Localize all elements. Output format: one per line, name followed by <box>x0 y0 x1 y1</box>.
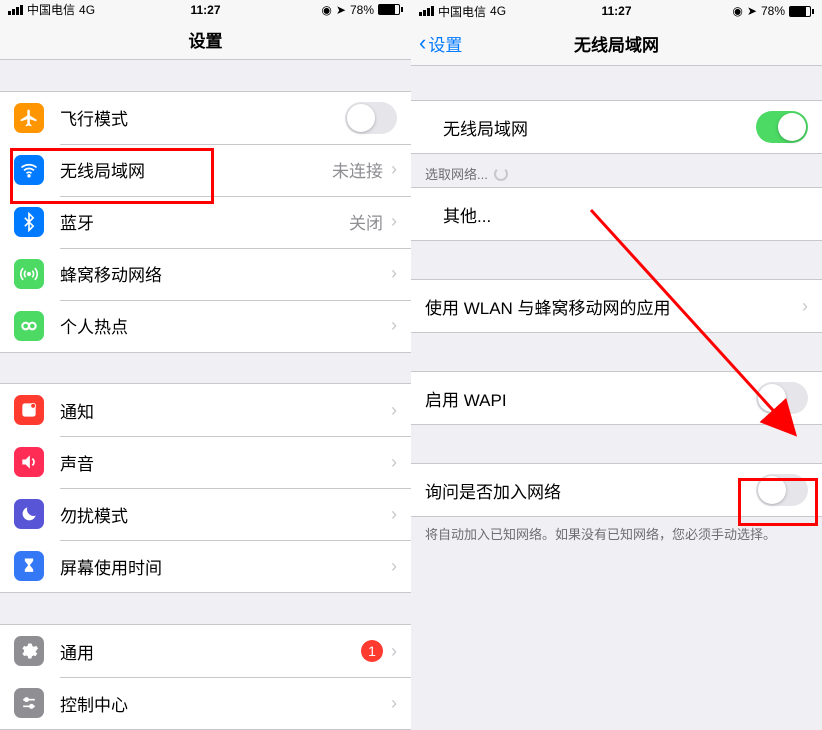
location-icon: ➤ <box>336 3 346 17</box>
control-center-icon <box>14 688 44 718</box>
page-title: 无线局域网 <box>574 31 659 56</box>
chevron-left-icon: ‹ <box>419 32 426 54</box>
row-notifications[interactable]: 通知 › <box>0 384 411 436</box>
signal-icon <box>8 5 23 15</box>
signal-icon <box>419 6 434 16</box>
location-icon: ➤ <box>747 4 757 18</box>
row-wifi-toggle[interactable]: 无线局域网 <box>411 101 822 153</box>
wapi-label: 启用 WAPI <box>425 386 756 411</box>
chevron-right-icon: › <box>391 315 397 336</box>
nav-bar: ‹ 设置 无线局域网 <box>411 22 822 66</box>
sound-icon <box>14 447 44 477</box>
hotspot-label: 个人热点 <box>60 313 391 338</box>
battery-icon <box>789 6 814 17</box>
row-airplane-mode[interactable]: 飞行模式 <box>0 92 411 144</box>
row-hotspot[interactable]: 个人热点 › <box>0 300 411 352</box>
bluetooth-label: 蓝牙 <box>60 209 349 234</box>
cellular-label: 蜂窝移动网络 <box>60 261 391 286</box>
network-label: 4G <box>490 4 506 18</box>
row-cellular[interactable]: 蜂窝移动网络 › <box>0 248 411 300</box>
row-screentime[interactable]: 屏幕使用时间 › <box>0 540 411 592</box>
chevron-right-icon: › <box>391 504 397 525</box>
row-control-center[interactable]: 控制中心 › <box>0 677 411 729</box>
chevron-right-icon: › <box>391 400 397 421</box>
wifi-toggle[interactable] <box>756 111 808 143</box>
screentime-label: 屏幕使用时间 <box>60 554 391 579</box>
status-bar: 中国电信 4G 11:27 ◉ ➤ 78% <box>411 0 822 22</box>
control-center-label: 控制中心 <box>60 691 391 716</box>
row-bluetooth[interactable]: 蓝牙 关闭 › <box>0 196 411 248</box>
wlan-apps-label: 使用 WLAN 与蜂窝移动网的应用 <box>425 294 802 319</box>
chevron-right-icon: › <box>391 263 397 284</box>
wifi-icon <box>14 155 44 185</box>
airplane-toggle[interactable] <box>345 102 397 134</box>
battery-pct: 78% <box>761 4 785 18</box>
ask-join-toggle[interactable] <box>756 474 808 506</box>
ask-join-footer: 将自动加入已知网络。如果没有已知网络，您必须手动选择。 <box>411 517 822 553</box>
row-dnd[interactable]: 勿扰模式 › <box>0 488 411 540</box>
dnd-label: 勿扰模式 <box>60 502 391 527</box>
general-badge: 1 <box>361 640 383 662</box>
status-bar: 中国电信 4G 11:27 ◉ ➤ 78% <box>0 0 411 20</box>
chevron-right-icon: › <box>391 211 397 232</box>
alarm-icon: ◉ <box>732 4 742 18</box>
sound-label: 声音 <box>60 450 391 475</box>
carrier-label: 中国电信 <box>438 3 486 20</box>
battery-icon <box>378 4 403 15</box>
group-general: 通用 1 › 控制中心 › <box>0 624 411 730</box>
cellular-icon <box>14 259 44 289</box>
chevron-right-icon: › <box>802 296 808 317</box>
battery-pct: 78% <box>350 3 374 17</box>
hourglass-icon <box>14 551 44 581</box>
back-button[interactable]: ‹ 设置 <box>419 31 462 56</box>
airplane-label: 飞行模式 <box>60 105 345 130</box>
settings-screen: 中国电信 4G 11:27 ◉ ➤ 78% 设置 飞行模式 无线局域网 未连接 <box>0 0 411 730</box>
row-ask-join[interactable]: 询问是否加入网络 <box>411 464 822 516</box>
bluetooth-icon <box>14 207 44 237</box>
chevron-right-icon: › <box>391 693 397 714</box>
spinner-icon <box>494 167 508 181</box>
gear-icon <box>14 636 44 666</box>
row-sound[interactable]: 声音 › <box>0 436 411 488</box>
group-connectivity: 飞行模式 无线局域网 未连接 › 蓝牙 关闭 › 蜂窝移动网络 › <box>0 91 411 353</box>
chevron-right-icon: › <box>391 159 397 180</box>
network-label: 4G <box>79 3 95 17</box>
row-wifi[interactable]: 无线局域网 未连接 › <box>0 144 411 196</box>
page-title: 设置 <box>189 27 223 52</box>
status-time: 11:27 <box>601 4 631 18</box>
moon-icon <box>14 499 44 529</box>
other-label: 其他... <box>443 202 808 227</box>
back-label: 设置 <box>428 31 462 56</box>
general-label: 通用 <box>60 639 361 664</box>
alarm-icon: ◉ <box>321 3 331 17</box>
status-time: 11:27 <box>190 3 220 17</box>
carrier-label: 中国电信 <box>27 1 75 18</box>
notifications-icon <box>14 395 44 425</box>
row-general[interactable]: 通用 1 › <box>0 625 411 677</box>
chevron-right-icon: › <box>391 452 397 473</box>
wifi-screen: 中国电信 4G 11:27 ◉ ➤ 78% ‹ 设置 无线局域网 无线局域网 选… <box>411 0 822 730</box>
chevron-right-icon: › <box>391 641 397 662</box>
wapi-toggle[interactable] <box>756 382 808 414</box>
wifi-toggle-label: 无线局域网 <box>443 115 756 140</box>
row-wlan-apps[interactable]: 使用 WLAN 与蜂窝移动网的应用 › <box>411 280 822 332</box>
group-notifications: 通知 › 声音 › 勿扰模式 › 屏幕使用时间 › <box>0 383 411 593</box>
notifications-label: 通知 <box>60 398 391 423</box>
nav-bar: 设置 <box>0 20 411 60</box>
airplane-icon <box>14 103 44 133</box>
wifi-detail: 未连接 <box>332 157 383 182</box>
ask-join-label: 询问是否加入网络 <box>425 478 756 503</box>
row-other-network[interactable]: 其他... <box>411 188 822 240</box>
chevron-right-icon: › <box>391 556 397 577</box>
bluetooth-detail: 关闭 <box>349 209 383 234</box>
row-wapi[interactable]: 启用 WAPI <box>411 372 822 424</box>
wifi-label: 无线局域网 <box>60 157 332 182</box>
choose-network-header: 选取网络... <box>411 154 822 187</box>
hotspot-icon <box>14 311 44 341</box>
